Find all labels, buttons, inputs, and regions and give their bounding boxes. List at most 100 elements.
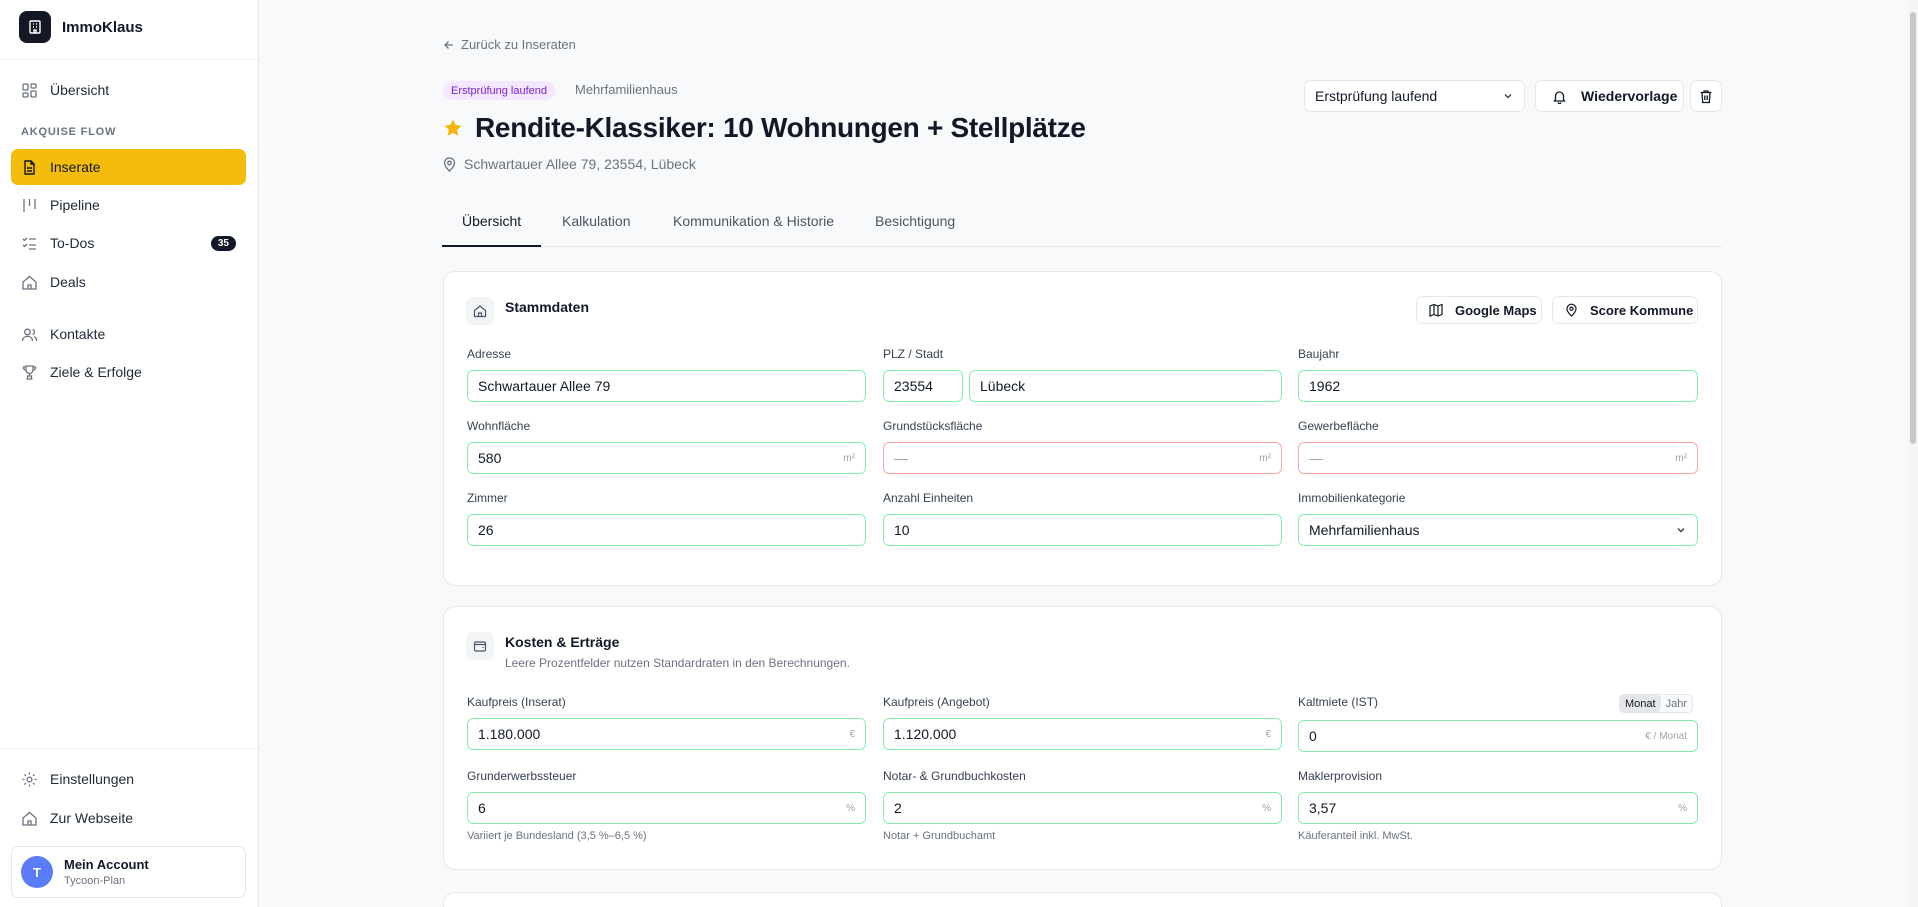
brand-name: ImmoKlaus	[62, 18, 143, 36]
chevron-down-icon	[1677, 528, 1685, 533]
rent-period-toggle: Monat Jahr	[1619, 694, 1693, 713]
kaltmiete-value: 0	[1309, 728, 1317, 744]
sidebar-item-einstellungen[interactable]: Einstellungen	[11, 761, 246, 797]
score-kommune-button[interactable]: Score Kommune	[1552, 296, 1698, 324]
makler-value: 3,57	[1309, 800, 1337, 816]
map-pin-icon	[1566, 303, 1577, 317]
field-label-kaufpreis-angebot: Kaufpreis (Angebot)	[883, 695, 990, 709]
sidebar-item-todos[interactable]: To-Dos 35	[11, 225, 246, 261]
kosten-card: Kosten & Erträge Leere Prozentfelder nut…	[443, 606, 1722, 870]
wohnflaeche-input[interactable]: 580 m²	[467, 442, 866, 474]
field-label-makler: Maklerprovision	[1298, 769, 1383, 783]
sidebar-item-kontakte[interactable]: Kontakte	[11, 316, 246, 352]
makler-input[interactable]: 3,57%	[1298, 792, 1698, 824]
field-label-adresse: Adresse	[467, 347, 512, 361]
notar-input[interactable]: 2%	[883, 792, 1282, 824]
scrollbar[interactable]	[1908, 0, 1918, 907]
arrow-left-icon	[444, 40, 453, 49]
field-label-baujahr: Baujahr	[1298, 347, 1340, 361]
baujahr-value: 1962	[1309, 378, 1341, 394]
adresse-value: Schwartauer Allee 79	[478, 378, 611, 394]
users-icon	[21, 328, 38, 341]
stammdaten-card: Stammdaten Google Maps Score Kommune Adr…	[443, 271, 1722, 586]
kaufpreis-angebot-value: 1.120.000	[894, 726, 957, 742]
kanban-icon	[23, 198, 36, 212]
sidebar-item-label: Zur Webseite	[50, 810, 133, 826]
plz-value: 23554	[894, 378, 933, 394]
tab-kommunikation[interactable]: Kommunikation & Historie	[673, 207, 834, 247]
gewerbe-input[interactable]: — m²	[1298, 442, 1698, 474]
einheiten-value: 10	[894, 522, 910, 538]
field-label-plz-stadt: PLZ / Stadt	[883, 347, 944, 361]
chevron-down-icon	[1504, 94, 1512, 99]
star-icon[interactable]	[443, 118, 463, 138]
reminder-button-label: Wiedervorlage	[1581, 88, 1678, 104]
unit-label: €	[1265, 728, 1271, 740]
tab-uebersicht[interactable]: Übersicht	[442, 207, 542, 247]
property-type-tag: Mehrfamilienhaus	[575, 82, 678, 97]
sidebar-item-label: Einstellungen	[50, 771, 135, 787]
unit-label: %	[846, 802, 855, 814]
zimmer-value: 26	[478, 522, 494, 538]
scrollbar-thumb[interactable]	[1910, 12, 1916, 444]
map-pin-icon	[443, 156, 456, 172]
home-icon	[22, 275, 37, 290]
sidebar-item-uebersicht[interactable]: Übersicht	[11, 72, 246, 108]
listing-address: Schwartauer Allee 79, 23554, Lübeck	[443, 156, 696, 172]
kaltmiete-input[interactable]: 0 € / Monat	[1298, 720, 1698, 752]
back-link[interactable]: Zurück zu Inseraten	[443, 37, 576, 52]
home-icon	[466, 297, 494, 325]
document-icon	[24, 159, 35, 175]
page-title: Rendite-Klassiker: 10 Wohnungen + Stellp…	[475, 112, 1086, 143]
kaufpreis-angebot-input[interactable]: 1.120.000 €	[883, 718, 1282, 750]
toggle-monat[interactable]: Monat	[1620, 695, 1661, 712]
notar-value: 2	[894, 800, 902, 816]
brand[interactable]: ImmoKlaus	[19, 11, 143, 43]
gear-icon	[22, 772, 37, 786]
tab-besichtigung[interactable]: Besichtigung	[875, 207, 955, 247]
grundstueck-input[interactable]: — m²	[883, 442, 1282, 474]
adresse-input[interactable]: Schwartauer Allee 79	[467, 370, 866, 402]
plz-input[interactable]: 23554	[883, 370, 963, 402]
toggle-jahr[interactable]: Jahr	[1661, 695, 1692, 712]
sidebar-item-deals[interactable]: Deals	[11, 264, 246, 300]
einheiten-input[interactable]: 10	[883, 514, 1282, 546]
tab-kalkulation[interactable]: Kalkulation	[562, 207, 631, 247]
unit-label: € / Monat	[1645, 730, 1687, 742]
sidebar-item-webseite[interactable]: Zur Webseite	[11, 800, 246, 836]
field-label-kaltmiete: Kaltmiete (IST)	[1298, 695, 1379, 709]
sidebar-item-label: Pipeline	[50, 197, 100, 213]
tab-bar: Übersicht Kalkulation Kommunikation & Hi…	[442, 207, 1722, 247]
sidebar-item-pipeline[interactable]: Pipeline	[11, 187, 246, 223]
google-maps-button[interactable]: Google Maps	[1416, 296, 1542, 324]
baujahr-input[interactable]: 1962	[1298, 370, 1698, 402]
title-row: Rendite-Klassiker: 10 Wohnungen + Stellp…	[443, 112, 1086, 144]
field-label-notar: Notar- & Grundbuchkosten	[883, 769, 1026, 783]
app-root: ImmoKlaus Übersicht AKQUISE FLOW Inserat…	[0, 0, 1918, 907]
unit-label: %	[1678, 802, 1687, 814]
account-menu[interactable]: T Mein Account Tycoon-Plan	[11, 846, 246, 898]
sidebar-item-label: Übersicht	[50, 82, 110, 98]
kaufpreis-inserat-input[interactable]: 1.180.000 €	[467, 718, 866, 750]
sidebar-divider	[0, 59, 258, 60]
unit-label: m²	[1675, 452, 1687, 464]
trophy-icon	[22, 364, 37, 380]
grunderwerb-input[interactable]: 6%	[467, 792, 866, 824]
account-name: Mein Account	[64, 857, 149, 872]
stadt-input[interactable]: Lübeck	[969, 370, 1282, 402]
zimmer-input[interactable]: 26	[467, 514, 866, 546]
wallet-icon	[466, 632, 494, 660]
reminder-button[interactable]: Wiedervorlage	[1535, 80, 1684, 112]
grunderwerb-value: 6	[478, 800, 486, 816]
sidebar-item-inserate[interactable]: Inserate	[11, 149, 246, 185]
sidebar-item-ziele[interactable]: Ziele & Erfolge	[11, 354, 246, 390]
unit-label: €	[849, 728, 855, 740]
kategorie-select[interactable]: Mehrfamilienhaus	[1298, 514, 1698, 546]
sidebar: ImmoKlaus Übersicht AKQUISE FLOW Inserat…	[0, 0, 259, 907]
wohnflaeche-value: 580	[478, 450, 502, 466]
field-label-einheiten: Anzahl Einheiten	[883, 491, 974, 505]
unit-label: %	[1262, 802, 1271, 814]
delete-button[interactable]	[1690, 80, 1722, 112]
status-select[interactable]: Erstprüfung laufend	[1304, 80, 1525, 112]
trash-icon	[1700, 89, 1712, 103]
